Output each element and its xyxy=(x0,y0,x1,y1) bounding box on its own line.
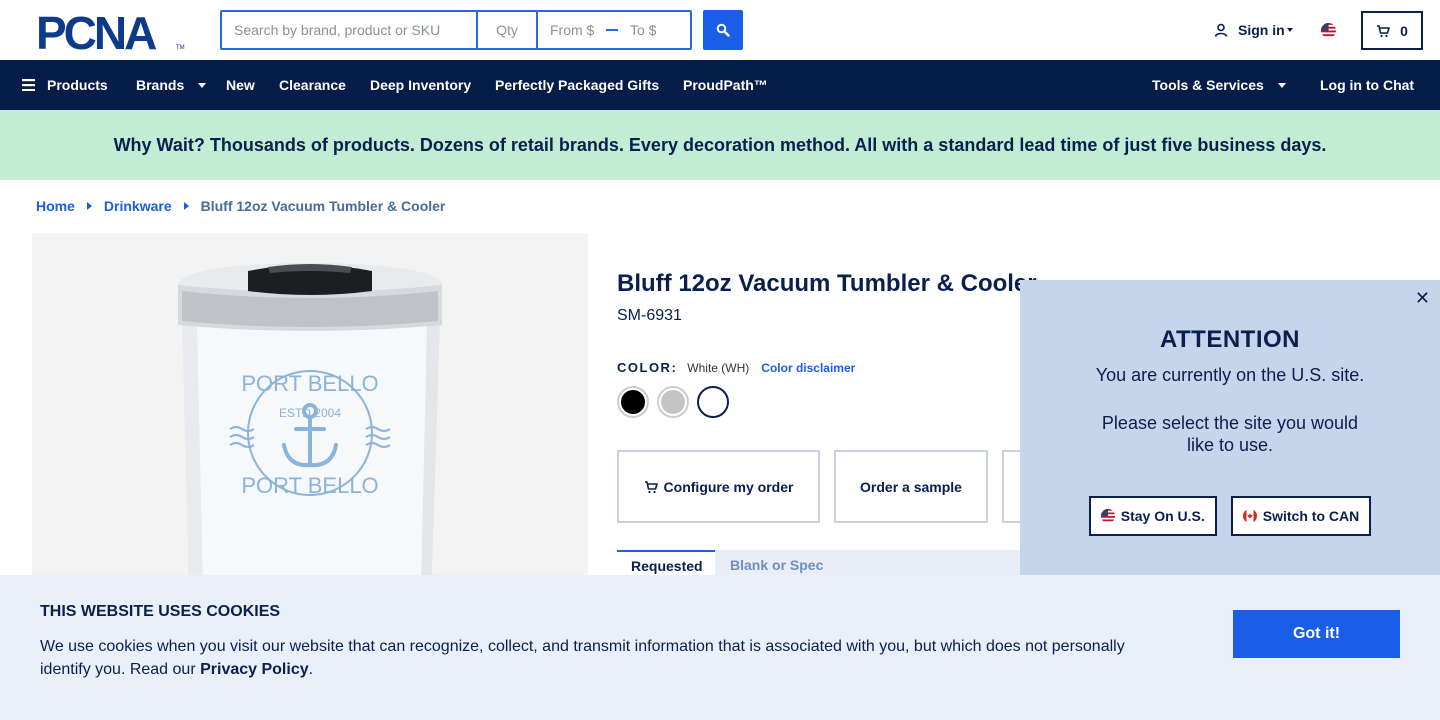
popup-buttons: Stay On U.S. Switch to CAN xyxy=(1020,496,1440,536)
nav-gifts-label: Perfectly Packaged Gifts xyxy=(495,77,660,93)
cookie-title: THIS WEBSITE USES COOKIES xyxy=(40,603,281,620)
swatch-silver[interactable] xyxy=(657,386,689,418)
user-icon xyxy=(1214,23,1228,37)
price-to-input[interactable] xyxy=(618,12,686,48)
tab-requested-label: Requested xyxy=(631,558,703,574)
svg-text:TM: TM xyxy=(176,45,185,51)
qty-input[interactable] xyxy=(478,12,538,48)
caret-right-icon xyxy=(86,202,92,210)
color-value: White (WH) xyxy=(687,360,750,375)
nav-proudpath-label: ProudPath™ xyxy=(683,77,768,93)
color-label: COLOR: xyxy=(617,360,678,375)
nav-brands[interactable]: Brands xyxy=(136,60,207,110)
configure-order-label: Configure my order xyxy=(663,478,794,495)
stay-us-button[interactable]: Stay On U.S. xyxy=(1088,496,1217,536)
tab-blank-label: Blank or Spec xyxy=(730,557,824,573)
us-flag-icon[interactable] xyxy=(1321,23,1336,38)
color-row: COLOR: White (WH) Color disclaimer xyxy=(617,360,855,375)
popup-line1: You are currently on the U.S. site. xyxy=(1095,365,1365,385)
nav-new[interactable]: New xyxy=(226,60,255,110)
logo-text: PCNA xyxy=(36,11,156,51)
region-popup: ✕ ATTENTION You are currently on the U.S… xyxy=(1020,280,1440,580)
caret-right-icon xyxy=(183,202,189,210)
logo-bottom-text: PORT BELLO xyxy=(241,473,378,498)
product-image[interactable]: PORT BELLO PORT BELLO ESTD 2004 xyxy=(32,233,588,633)
order-sample-label: Order a sample xyxy=(860,478,962,495)
search-bar xyxy=(220,10,692,50)
swatch-black-fill xyxy=(621,390,645,414)
nav-deep-inventory[interactable]: Deep Inventory xyxy=(370,60,471,110)
nav-deep-inventory-label: Deep Inventory xyxy=(370,77,472,93)
switch-can-button[interactable]: Switch to CAN xyxy=(1230,496,1372,536)
product-title: Bluff 12oz Vacuum Tumbler & Cooler xyxy=(617,270,1037,297)
range-dash xyxy=(606,29,618,31)
color-swatches xyxy=(617,386,729,418)
caret-down-icon xyxy=(198,82,207,88)
switch-can-label: Switch to CAN xyxy=(1262,508,1360,524)
breadcrumb-home[interactable]: Home xyxy=(36,198,75,214)
tumbler-image: PORT BELLO PORT BELLO ESTD 2004 xyxy=(178,263,442,633)
color-disclaimer-link[interactable]: Color disclaimer xyxy=(761,361,855,375)
cookie-text-end: . xyxy=(308,661,314,678)
price-from-input[interactable] xyxy=(538,12,606,48)
order-sample-button[interactable]: Order a sample xyxy=(834,450,988,523)
swatch-white-fill xyxy=(701,390,725,414)
logo-top-text: PORT BELLO xyxy=(241,371,378,396)
nav-clearance-label: Clearance xyxy=(279,77,346,93)
nav-products-label: Products xyxy=(47,77,108,93)
canada-flag-icon xyxy=(1242,509,1257,523)
cookie-text: We use cookies when you visit our websit… xyxy=(40,635,1160,681)
nav-new-label: New xyxy=(226,77,255,93)
swatch-white[interactable] xyxy=(697,386,729,418)
nav-proudpath[interactable]: ProudPath™ xyxy=(683,60,768,110)
got-it-button[interactable]: Got it! xyxy=(1233,610,1400,658)
nav-tools-services[interactable]: Tools & Services xyxy=(1152,60,1286,110)
nav-tools-label: Tools & Services xyxy=(1152,77,1264,93)
promo-text: Why Wait? Thousands of products. Dozens … xyxy=(113,134,1327,155)
sign-in-link[interactable]: Sign in xyxy=(1214,22,1293,38)
caret-down-icon xyxy=(1277,82,1286,88)
nav-products[interactable]: Products xyxy=(22,60,108,110)
us-flag-icon xyxy=(1100,509,1115,523)
nav-chat-label: Log in to Chat xyxy=(1320,77,1415,93)
chevron-down-icon xyxy=(1286,28,1293,32)
popup-line2: Please select the site you would like to… xyxy=(1101,413,1359,455)
nav-clearance[interactable]: Clearance xyxy=(279,60,346,110)
product-sku: SM-6931 xyxy=(617,307,682,324)
search-icon xyxy=(716,23,730,37)
nav-brands-label: Brands xyxy=(136,77,185,93)
swatch-black[interactable] xyxy=(617,386,649,418)
breadcrumb: Home Drinkware Bluff 12oz Vacuum Tumbler… xyxy=(36,198,445,214)
stay-us-label: Stay On U.S. xyxy=(1120,508,1205,524)
main-nav: Products Brands New Clearance Deep Inven… xyxy=(0,60,1440,110)
search-input[interactable] xyxy=(222,12,478,48)
cart-icon xyxy=(644,480,658,493)
configure-order-button[interactable]: Configure my order xyxy=(617,450,820,523)
breadcrumb-drinkware[interactable]: Drinkware xyxy=(104,198,172,214)
promo-banner: Why Wait? Thousands of products. Dozens … xyxy=(0,110,1440,180)
cart-button[interactable]: 0 xyxy=(1361,11,1423,50)
nav-login-chat[interactable]: Log in to Chat xyxy=(1320,60,1414,110)
price-range xyxy=(538,12,690,48)
cart-icon xyxy=(1377,24,1390,37)
nav-perfectly-packaged-gifts[interactable]: Perfectly Packaged Gifts xyxy=(495,60,659,110)
sign-in-label: Sign in xyxy=(1238,22,1285,38)
breadcrumb-current: Bluff 12oz Vacuum Tumbler & Cooler xyxy=(200,198,446,214)
search-button[interactable] xyxy=(703,10,743,50)
site-header: PCNA TM Sign in 0 xyxy=(0,0,1440,60)
privacy-policy-link[interactable]: Privacy Policy xyxy=(200,661,309,678)
close-icon[interactable]: ✕ xyxy=(1415,288,1430,309)
cart-count: 0 xyxy=(1400,22,1408,39)
pcna-logo[interactable]: PCNA TM xyxy=(36,11,186,51)
cookie-banner: THIS WEBSITE USES COOKIES We use cookies… xyxy=(0,575,1440,720)
swatch-silver-fill xyxy=(661,390,685,414)
popup-title: ATTENTION xyxy=(1159,326,1301,353)
menu-icon xyxy=(22,79,35,91)
